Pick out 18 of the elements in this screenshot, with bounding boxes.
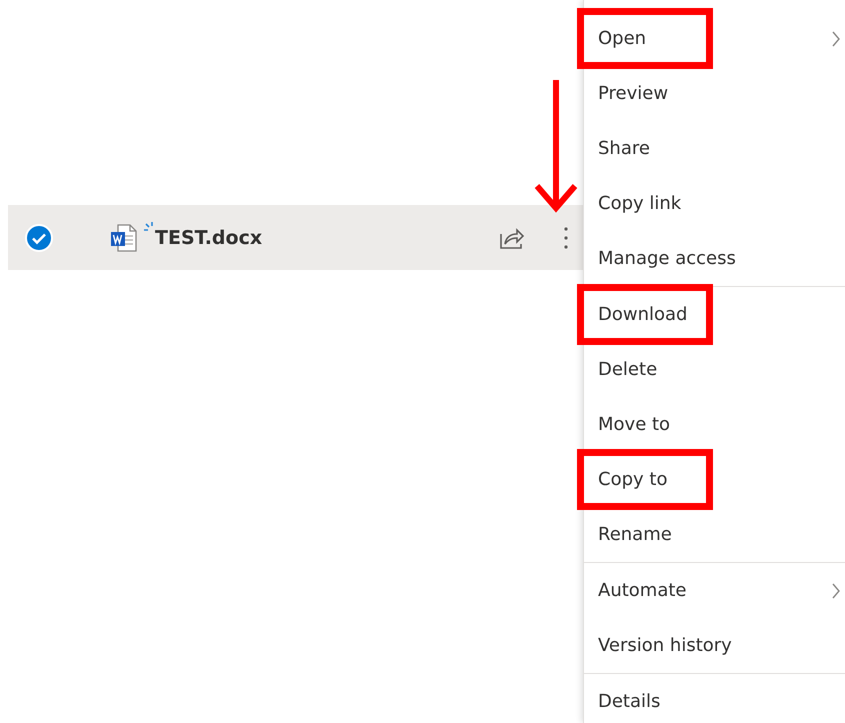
menu-item[interactable]: Copy to: [584, 452, 845, 507]
menu-item[interactable]: Delete: [584, 342, 845, 397]
menu-item[interactable]: Preview: [584, 66, 845, 121]
menu-item[interactable]: Automate: [584, 563, 845, 618]
menu-item[interactable]: Manage access: [584, 231, 845, 286]
menu-item[interactable]: Move to: [584, 397, 845, 452]
file-row[interactable]: TEST.docx: [8, 205, 583, 270]
menu-item[interactable]: Open: [584, 11, 845, 66]
file-name[interactable]: TEST.docx: [155, 226, 495, 248]
checkmark-icon[interactable]: [25, 224, 53, 252]
menu-item[interactable]: Rename: [584, 507, 845, 562]
word-document-icon: [109, 222, 139, 252]
menu-item[interactable]: Download: [584, 287, 845, 342]
menu-item[interactable]: Details: [584, 674, 845, 723]
menu-item[interactable]: Copy link: [584, 176, 845, 231]
menu-item[interactable]: Share: [584, 121, 845, 176]
menu-item[interactable]: Version history: [584, 618, 845, 673]
sparkle-icon: [143, 221, 155, 233]
